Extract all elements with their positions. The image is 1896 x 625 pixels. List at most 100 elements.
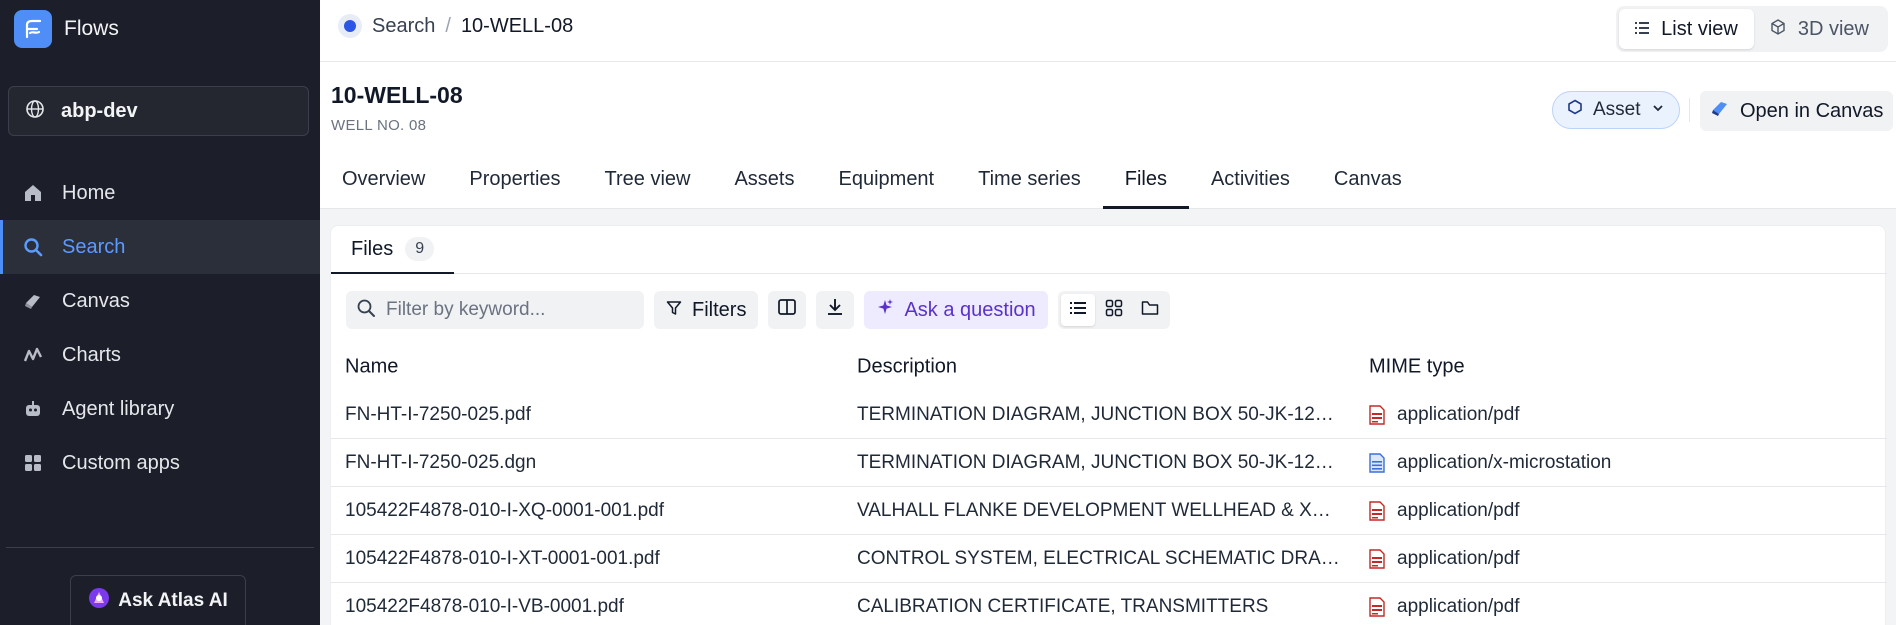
file-mime-label: application/pdf	[1397, 547, 1520, 569]
list-layout-button[interactable]	[1060, 294, 1095, 326]
tab-time-series[interactable]: Time series	[956, 162, 1103, 209]
list-icon	[1635, 18, 1650, 41]
column-header-name[interactable]: Name	[345, 356, 398, 379]
ask-atlas-ai-button[interactable]: Ask Atlas AI	[70, 575, 246, 625]
layout-toggle	[1057, 291, 1170, 329]
3d-view-button[interactable]: 3D view	[1754, 9, 1885, 49]
project-selector[interactable]: abp-dev	[8, 86, 309, 136]
file-name[interactable]: 105422F4878-010-I-VB-0001.pdf	[345, 596, 624, 618]
brand[interactable]: Flows	[14, 10, 119, 48]
columns-icon	[777, 297, 797, 323]
grid-layout-button[interactable]	[1097, 294, 1131, 326]
file-name[interactable]: FN-HT-I-7250-025.dgn	[345, 452, 536, 474]
table-row[interactable]: FN-HT-I-7250-025.dgn TERMINATION DIAGRAM…	[331, 439, 1887, 487]
search-icon	[22, 236, 44, 258]
subtab-files-label: Files	[351, 237, 394, 260]
file-mime: application/pdf	[1369, 500, 1520, 522]
hexagon-icon	[1567, 99, 1583, 121]
sidebar-item-search[interactable]: Search	[0, 220, 320, 274]
sidebar-item-label: Home	[62, 181, 116, 204]
pdf-file-icon	[1369, 596, 1385, 617]
pdf-file-icon	[1369, 404, 1385, 425]
file-mime: application/x-microstation	[1369, 452, 1611, 474]
atlas-logo-icon	[88, 587, 110, 615]
sidebar-item-canvas[interactable]: Canvas	[0, 274, 320, 328]
keyword-filter[interactable]	[346, 291, 644, 329]
tab-canvas[interactable]: Canvas	[1312, 162, 1424, 209]
columns-button[interactable]	[768, 291, 807, 329]
table-row[interactable]: 105422F4878-010-I-VB-0001.pdf CALIBRATIO…	[331, 583, 1887, 625]
ask-a-question-label: Ask a question	[904, 298, 1036, 321]
sidebar-item-label: Canvas	[62, 289, 130, 312]
subtab-files[interactable]: Files 9	[331, 226, 455, 274]
canvas-icon	[1710, 98, 1730, 124]
tab-overview[interactable]: Overview	[320, 162, 447, 209]
file-mime-label: application/pdf	[1397, 595, 1520, 617]
table-header: Name Description MIME type	[331, 343, 1887, 391]
list-view-button[interactable]: List view	[1619, 9, 1754, 49]
sidebar-item-charts[interactable]: Charts	[0, 328, 320, 382]
list-view-label: List view	[1661, 17, 1738, 40]
filters-button[interactable]: Filters	[654, 291, 759, 329]
apps-icon	[22, 452, 44, 474]
tab-files[interactable]: Files	[1102, 162, 1190, 209]
app-name: Flows	[64, 17, 119, 40]
table-row[interactable]: 105422F4878-010-I-XQ-0001-001.pdf VALHAL…	[331, 487, 1887, 535]
asset-tabs: Overview Properties Tree view Assets Equ…	[320, 162, 1424, 209]
tab-properties[interactable]: Properties	[447, 162, 582, 209]
sidebar-item-label: Custom apps	[62, 451, 180, 474]
file-name[interactable]: 105422F4878-010-I-XQ-0001-001.pdf	[345, 500, 664, 522]
tab-assets[interactable]: Assets	[712, 162, 816, 209]
file-description: TERMINATION DIAGRAM, JUNCTION BOX 50-JK-…	[857, 403, 1334, 425]
sidebar-item-agent-library[interactable]: Agent library	[0, 382, 320, 436]
tab-tree-view[interactable]: Tree view	[583, 162, 713, 209]
file-description: TERMINATION DIAGRAM, JUNCTION BOX 50-JK-…	[857, 451, 1334, 473]
charts-icon	[22, 344, 44, 366]
file-mime-label: application/pdf	[1397, 499, 1520, 521]
pdf-file-icon	[1369, 548, 1385, 569]
open-in-canvas-button[interactable]: Open in Canvas	[1700, 91, 1894, 131]
list-icon	[1069, 301, 1086, 320]
breadcrumb-separator: /	[445, 14, 451, 37]
table-row[interactable]: 105422F4878-010-I-XT-0001-001.pdf CONTRO…	[331, 535, 1887, 583]
asset-type-label: Asset	[1593, 99, 1641, 120]
sidebar-item-custom-apps[interactable]: Custom apps	[0, 436, 320, 490]
tab-equipment[interactable]: Equipment	[817, 162, 957, 209]
flows-logo-icon	[14, 10, 52, 48]
canvas-icon	[22, 290, 44, 312]
sidebar-item-home[interactable]: Home	[0, 166, 320, 220]
file-name[interactable]: FN-HT-I-7250-025.pdf	[345, 404, 531, 426]
download-icon	[825, 297, 845, 323]
document-file-icon	[1369, 452, 1385, 473]
download-button[interactable]	[816, 291, 855, 329]
folder-layout-button[interactable]	[1133, 294, 1167, 326]
file-description: CONTROL SYSTEM, ELECTRICAL SCHEMATIC DRA…	[857, 547, 1340, 569]
breadcrumb-current: 10-WELL-08	[460, 14, 574, 37]
ask-a-question-button[interactable]: Ask a question	[864, 291, 1048, 329]
sidebar-item-label: Charts	[62, 343, 121, 366]
file-mime-label: application/pdf	[1397, 403, 1520, 425]
table-row[interactable]: FN-HT-I-7250-025.pdf TERMINATION DIAGRAM…	[331, 391, 1887, 439]
ask-atlas-ai-label: Ask Atlas AI	[118, 589, 228, 611]
sidebar-nav: Home Search Canvas Charts Agent library …	[0, 166, 320, 490]
agent-icon	[22, 398, 44, 420]
home-icon	[22, 182, 44, 204]
search-icon	[356, 298, 376, 323]
file-mime-label: application/x-microstation	[1397, 451, 1612, 473]
search-scope-icon	[338, 14, 362, 38]
grid-icon	[1105, 299, 1123, 322]
sidebar-divider	[6, 547, 314, 548]
3d-view-label: 3D view	[1797, 17, 1869, 40]
main-content: Search / 10-WELL-08 List view 3D view 10…	[320, 0, 1896, 625]
pdf-file-icon	[1369, 500, 1385, 521]
column-header-mime-type[interactable]: MIME type	[1369, 356, 1465, 379]
tab-activities[interactable]: Activities	[1189, 162, 1312, 209]
breadcrumb-search[interactable]: Search	[372, 15, 435, 38]
sparkle-icon	[876, 298, 894, 322]
column-header-description[interactable]: Description	[857, 356, 1343, 379]
top-bar: Search / 10-WELL-08 List view 3D view	[320, 0, 1896, 62]
file-name[interactable]: 105422F4878-010-I-XT-0001-001.pdf	[345, 548, 660, 570]
keyword-filter-input[interactable]	[386, 299, 636, 321]
asset-type-dropdown[interactable]: Asset	[1552, 91, 1680, 129]
globe-icon	[25, 99, 45, 124]
